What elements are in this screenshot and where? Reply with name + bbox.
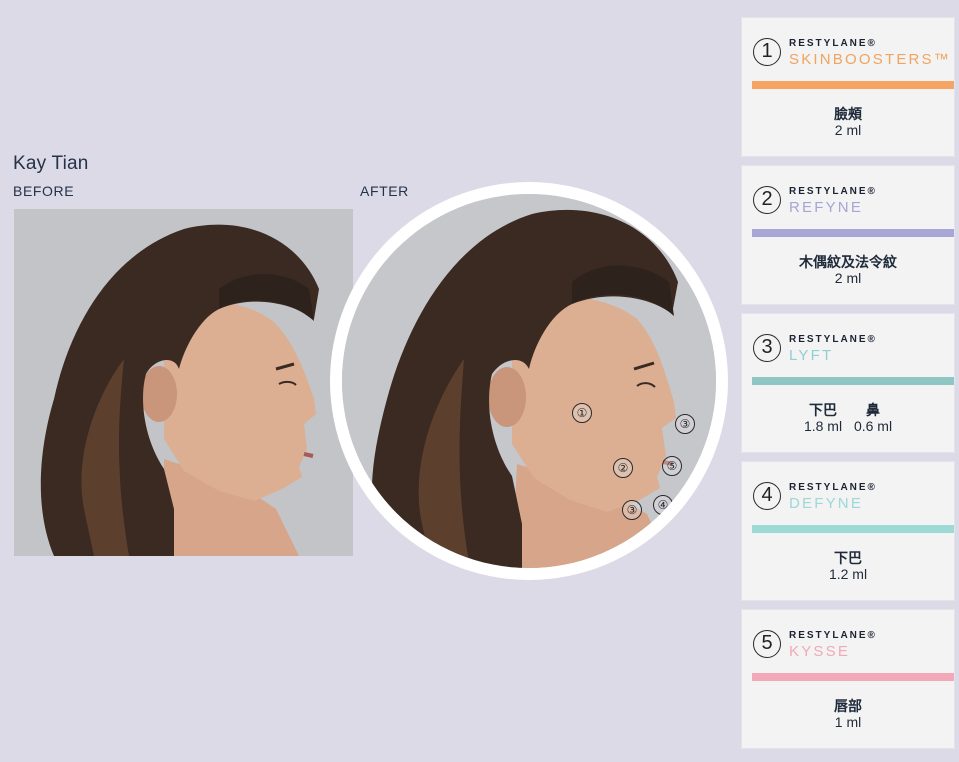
profile-portrait-illustration: [14, 209, 353, 556]
brand-name: RESTYLANE®: [789, 38, 877, 49]
product-name: DEFYNE: [789, 495, 864, 512]
product-card-refyne: 2 RESTYLANE® REFYNE 木偶紋及法令紋 2 ml: [742, 166, 954, 304]
brand-name: RESTYLANE®: [789, 482, 877, 493]
before-label: BEFORE: [13, 183, 75, 199]
card-number: 1: [753, 38, 781, 66]
brand-name: RESTYLANE®: [789, 630, 877, 641]
product-color-bar: [752, 377, 954, 385]
marker-kysse-lips: ⑤: [662, 456, 682, 476]
treatment-area: 下巴: [834, 550, 862, 566]
treatment-area-row: 下巴 鼻: [742, 400, 954, 420]
brand-name: RESTYLANE®: [789, 186, 877, 197]
treatment-area: 唇部: [834, 698, 862, 714]
product-card-lyft: 3 RESTYLANE® LYFT 下巴 鼻 1.8 ml 0.6 ml: [742, 314, 954, 452]
marker-skinboosters-cheek: ①: [572, 403, 592, 423]
product-card-defyne: 4 RESTYLANE® DEFYNE 下巴 1.2 ml: [742, 462, 954, 600]
treatment-volume-chin: 1.8 ml: [803, 418, 843, 434]
marker-refyne-lines: ②: [613, 458, 633, 478]
treatment-volume: 2 ml: [834, 270, 862, 286]
before-photo: [14, 209, 353, 556]
product-color-bar: [752, 673, 954, 681]
product-color-bar: [752, 525, 954, 533]
treatment-area: 木偶紋及法令紋: [799, 254, 897, 270]
product-name: LYFT: [789, 347, 834, 364]
after-photo-frame: ① ③ ② ⑤ ③ ④: [330, 182, 728, 580]
treatment-area: 臉頰: [834, 106, 862, 122]
product-name: KYSSE: [789, 643, 851, 660]
product-card-skinboosters: 1 RESTYLANE® SKINBOOSTERS™ 臉頰 2 ml: [742, 18, 954, 156]
product-name: SKINBOOSTERS™: [789, 51, 951, 68]
marker-lyft-chin: ③: [622, 500, 642, 520]
person-name: Kay Tian: [13, 153, 89, 174]
after-label: AFTER: [360, 183, 409, 199]
card-number: 3: [753, 334, 781, 362]
product-name: REFYNE: [789, 199, 864, 216]
treatment-area-chin: 下巴: [809, 402, 837, 418]
treatment-volume-nose: 0.6 ml: [853, 418, 893, 434]
product-card-kysse: 5 RESTYLANE® KYSSE 唇部 1 ml: [742, 610, 954, 748]
product-color-bar: [752, 81, 954, 89]
card-number: 2: [753, 186, 781, 214]
card-number: 5: [753, 630, 781, 658]
marker-defyne-chin: ④: [653, 495, 673, 515]
treatment-volume-row: 1.8 ml 0.6 ml: [742, 418, 954, 434]
brand-name: RESTYLANE®: [789, 334, 877, 345]
treatment-area-nose: 鼻: [866, 402, 880, 418]
after-photo: ① ③ ② ⑤ ③ ④: [342, 194, 716, 568]
product-color-bar: [752, 229, 954, 237]
treatment-volume: 1 ml: [834, 714, 862, 730]
marker-lyft-nose: ③: [675, 414, 695, 434]
card-number: 4: [753, 482, 781, 510]
treatment-volume: 1.2 ml: [828, 566, 868, 582]
treatment-volume: 2 ml: [834, 122, 862, 138]
